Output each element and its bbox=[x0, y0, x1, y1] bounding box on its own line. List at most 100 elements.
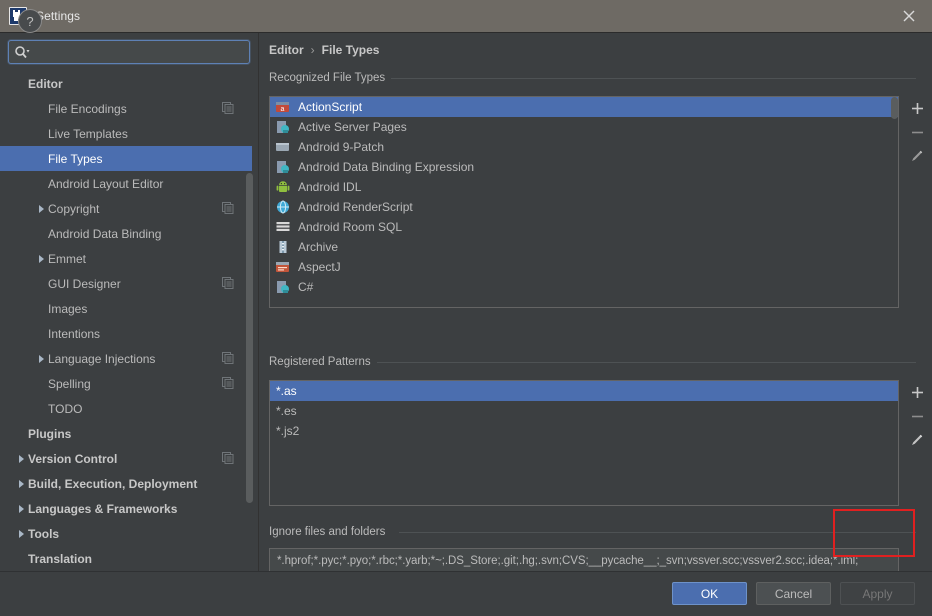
file-type-row[interactable]: a ActionScript bbox=[270, 97, 898, 117]
chevron-right-icon[interactable] bbox=[14, 471, 28, 496]
image-file-icon bbox=[275, 139, 291, 155]
tree-indent-spacer bbox=[34, 371, 48, 396]
sidebar-item-gui-designer[interactable]: GUI Designer bbox=[0, 271, 252, 296]
copy-settings-icon[interactable] bbox=[222, 452, 234, 464]
chevron-right-icon[interactable] bbox=[14, 496, 28, 521]
sidebar-item-version-control[interactable]: Version Control bbox=[0, 446, 252, 471]
file-type-row[interactable]: Android RenderScript bbox=[270, 197, 898, 217]
search-input[interactable] bbox=[35, 42, 249, 62]
sidebar-item-languages-frameworks[interactable]: Languages & Frameworks bbox=[0, 496, 252, 521]
chevron-right-icon[interactable] bbox=[14, 521, 28, 546]
settings-tree[interactable]: Editor File Encodings Live Templates File T… bbox=[0, 71, 252, 569]
sidebar-item-label: File Encodings bbox=[48, 101, 127, 116]
sidebar-item-file-encodings[interactable]: File Encodings bbox=[0, 96, 252, 121]
actionscript-file-icon: a bbox=[275, 99, 291, 115]
file-types-scrollbar[interactable] bbox=[891, 97, 898, 119]
add-pattern-button[interactable] bbox=[904, 380, 930, 404]
file-type-row[interactable]: Android Data Binding Expression bbox=[270, 157, 898, 177]
search-field[interactable] bbox=[8, 40, 250, 64]
sidebar-scrollbar[interactable] bbox=[246, 173, 253, 503]
pattern-row[interactable]: *.as bbox=[270, 381, 898, 401]
sidebar-item-label: TODO bbox=[48, 401, 83, 416]
tree-indent-spacer bbox=[14, 421, 28, 446]
file-type-row[interactable]: C# bbox=[270, 277, 898, 297]
sidebar-item-tools[interactable]: Tools bbox=[0, 521, 252, 546]
sidebar-item-label: Version Control bbox=[28, 451, 118, 466]
help-button[interactable]: ? bbox=[18, 9, 42, 33]
copy-settings-icon[interactable] bbox=[222, 352, 234, 364]
edit-file-type-button[interactable] bbox=[904, 144, 930, 168]
tree-indent-spacer bbox=[34, 396, 48, 421]
sidebar-item-label: Android Data Binding bbox=[48, 226, 162, 241]
copy-settings-icon[interactable] bbox=[222, 102, 234, 114]
sidebar-item-todo[interactable]: TODO bbox=[0, 396, 252, 421]
file-type-label: Android RenderScript bbox=[298, 200, 413, 214]
ok-button[interactable]: OK bbox=[672, 582, 747, 605]
file-type-label: Android IDL bbox=[298, 180, 362, 194]
breadcrumb-current: File Types bbox=[321, 43, 380, 57]
sidebar-item-copyright[interactable]: Copyright bbox=[0, 196, 252, 221]
tree-indent-spacer bbox=[34, 121, 48, 146]
sidebar-item-build-execution-deployment[interactable]: Build, Execution, Deployment bbox=[0, 471, 252, 496]
sidebar-item-spelling[interactable]: Spelling bbox=[0, 371, 252, 396]
recognized-file-types-list[interactable]: a ActionScript Active Server Pages Android … bbox=[269, 96, 899, 308]
pattern-row[interactable]: *.es bbox=[270, 401, 898, 421]
breadcrumb-separator-icon: › bbox=[310, 43, 315, 57]
window-title: Settings bbox=[36, 9, 81, 23]
registered-patterns-list[interactable]: *.as *.es *.js2 bbox=[269, 380, 899, 506]
chevron-right-icon[interactable] bbox=[34, 246, 48, 271]
sidebar-item-intentions[interactable]: Intentions bbox=[0, 321, 252, 346]
file-types-page: Editor › File Types Recognized File Type… bbox=[259, 33, 932, 574]
group-separator-line bbox=[391, 78, 916, 79]
recognized-file-types-label: Recognized File Types bbox=[269, 72, 392, 84]
sidebar-item-android-data-binding[interactable]: Android Data Binding bbox=[0, 221, 252, 246]
file-type-row[interactable]: Android 9-Patch bbox=[270, 137, 898, 157]
sidebar-item-android-layout-editor[interactable]: Android Layout Editor bbox=[0, 171, 252, 196]
search-icon[interactable] bbox=[9, 41, 35, 63]
tree-indent-spacer bbox=[34, 271, 48, 296]
ignore-files-input[interactable] bbox=[275, 554, 893, 568]
sidebar-item-label: Intentions bbox=[48, 326, 101, 341]
sql-table-icon bbox=[275, 219, 291, 235]
sidebar-item-label: Spelling bbox=[48, 376, 91, 391]
pattern-row[interactable]: *.js2 bbox=[270, 421, 898, 441]
file-type-label: Archive bbox=[298, 240, 339, 254]
breadcrumb-root[interactable]: Editor bbox=[269, 43, 304, 57]
sidebar-item-emmet[interactable]: Emmet bbox=[0, 246, 252, 271]
tree-indent-spacer bbox=[34, 146, 48, 171]
sidebar-item-label: Tools bbox=[28, 526, 60, 541]
copy-settings-icon[interactable] bbox=[222, 377, 234, 389]
close-icon[interactable] bbox=[886, 0, 932, 32]
sidebar-item-label: Images bbox=[48, 301, 88, 316]
copy-settings-icon[interactable] bbox=[222, 277, 234, 289]
chevron-right-icon[interactable] bbox=[34, 346, 48, 371]
sidebar-item-label: GUI Designer bbox=[48, 276, 121, 291]
ignore-files-label: Ignore files and folders bbox=[269, 526, 392, 538]
sidebar-item-plugins[interactable]: Plugins bbox=[0, 421, 252, 446]
tree-indent-spacer bbox=[34, 296, 48, 321]
file-type-row[interactable]: Archive bbox=[270, 237, 898, 257]
file-type-label: Android Data Binding Expression bbox=[298, 160, 475, 174]
edit-pattern-button[interactable] bbox=[904, 428, 930, 452]
chevron-right-icon[interactable] bbox=[34, 196, 48, 221]
sidebar-item-editor[interactable]: Editor bbox=[0, 71, 252, 96]
sidebar-item-label: Translation bbox=[28, 551, 93, 566]
add-file-type-button[interactable] bbox=[904, 96, 930, 120]
sidebar-item-translation[interactable]: Translation bbox=[0, 546, 252, 569]
file-type-row[interactable]: Active Server Pages bbox=[270, 117, 898, 137]
file-type-row[interactable]: Android Room SQL bbox=[270, 217, 898, 237]
file-type-row[interactable]: Android IDL bbox=[270, 177, 898, 197]
cancel-button[interactable]: Cancel bbox=[756, 582, 831, 605]
remove-pattern-button[interactable] bbox=[904, 404, 930, 428]
chevron-right-icon[interactable] bbox=[14, 446, 28, 471]
apply-button[interactable]: Apply bbox=[840, 582, 915, 605]
copy-settings-icon[interactable] bbox=[222, 202, 234, 214]
file-type-row[interactable]: AspectJ bbox=[270, 257, 898, 277]
sidebar-item-live-templates[interactable]: Live Templates bbox=[0, 121, 252, 146]
remove-file-type-button[interactable] bbox=[904, 120, 930, 144]
registered-patterns-label: Registered Patterns bbox=[269, 356, 377, 368]
asp-file-icon bbox=[275, 119, 291, 135]
sidebar-item-language-injections[interactable]: Language Injections bbox=[0, 346, 252, 371]
sidebar-item-file-types[interactable]: File Types bbox=[0, 146, 252, 171]
sidebar-item-images[interactable]: Images bbox=[0, 296, 252, 321]
